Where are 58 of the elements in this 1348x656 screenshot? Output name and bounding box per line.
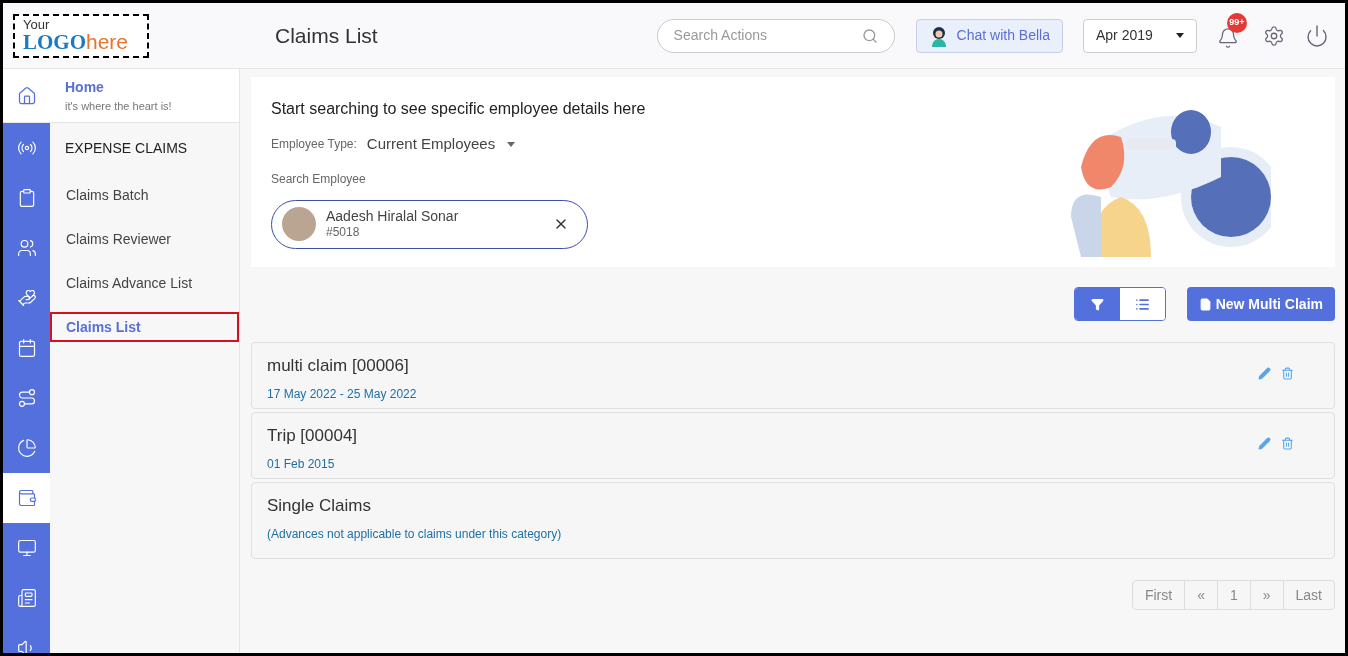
claim-subtitle: 17 May 2022 - 25 May 2022 xyxy=(267,385,418,403)
submenu-item[interactable]: Claims List xyxy=(50,312,239,342)
filter-button[interactable] xyxy=(1074,288,1120,320)
search-bar[interactable]: Search Actions xyxy=(656,18,895,53)
newspaper-icon xyxy=(16,588,37,608)
logo-wordmark: LOGOhere xyxy=(23,31,130,53)
hand-heart-icon xyxy=(16,288,37,308)
logo-text: Your xyxy=(23,18,51,31)
notification-badge: 99+ xyxy=(1227,12,1247,33)
search-input[interactable]: Search Actions xyxy=(673,25,862,46)
edit-icon[interactable] xyxy=(1258,367,1271,380)
submenu-item[interactable]: Claims Reviewer xyxy=(50,224,239,254)
list-icon xyxy=(1134,296,1150,312)
list-button[interactable] xyxy=(1119,288,1165,320)
home-subtitle: it's where the heart is! xyxy=(65,98,172,114)
delete-icon[interactable] xyxy=(1281,367,1294,380)
caret-icon xyxy=(1176,33,1184,38)
bell-icon[interactable] xyxy=(1217,26,1239,49)
home-link[interactable]: Home xyxy=(65,76,172,98)
new-multi-claim-button[interactable]: New Multi Claim xyxy=(1186,287,1335,321)
claim-subtitle: 01 Feb 2015 xyxy=(267,455,336,473)
employee-type-dropdown[interactable]: Current Employees xyxy=(366,133,516,156)
chat-button[interactable]: Chat with Bella xyxy=(915,18,1063,53)
employee-type-label: Employee Type: xyxy=(271,136,357,154)
route-icon xyxy=(16,388,37,408)
pagination-button[interactable]: » xyxy=(1249,581,1283,609)
power-icon[interactable] xyxy=(1305,23,1329,48)
claim-title: Trip [00004] xyxy=(267,425,359,447)
document-icon xyxy=(1198,297,1212,311)
users-icon xyxy=(16,238,37,258)
page-title: Claims List xyxy=(275,22,378,49)
period-dropdown[interactable]: Apr 2019 xyxy=(1083,18,1197,53)
search-heading: Start searching to see specific employee details here xyxy=(271,99,647,119)
delete-icon[interactable] xyxy=(1281,437,1294,450)
claim-title: multi claim [00006] xyxy=(267,355,410,377)
employee-name: Aadesh Hiralal Sonar xyxy=(326,207,460,226)
home-icon[interactable] xyxy=(16,85,37,106)
search-icon[interactable] xyxy=(861,27,878,44)
search-employee-label: Search Employee xyxy=(271,170,367,188)
monitor-icon xyxy=(16,538,37,558)
photo-placeholder xyxy=(282,207,316,241)
settings-icon[interactable] xyxy=(1263,24,1285,47)
claim-card[interactable]: Single Claims (Advances not applicable to claims under this category) xyxy=(251,482,1335,559)
calendar-icon xyxy=(16,338,37,358)
section-heading: EXPENSE CLAIMS xyxy=(64,138,189,158)
claim-subtitle: (Advances not applicable to claims under this category) xyxy=(267,525,563,543)
pagination-button[interactable]: « xyxy=(1184,581,1217,609)
claim-card[interactable]: Trip [00004] 01 Feb 2015 xyxy=(251,412,1335,479)
submenu-item[interactable]: Claims Advance List xyxy=(50,268,239,298)
pie-chart-icon xyxy=(16,438,37,458)
edit-icon[interactable] xyxy=(1258,437,1271,450)
claim-card[interactable]: multi claim [00006] 17 May 2022 - 25 May 2022 xyxy=(251,342,1335,409)
submenu-item[interactable]: Claims Batch xyxy=(50,180,239,210)
claim-title: Single Claims xyxy=(267,495,372,517)
caret-icon xyxy=(507,141,516,147)
wallet-icon xyxy=(16,488,37,508)
employee-id: #5018 xyxy=(326,225,361,241)
filter-icon xyxy=(1090,297,1104,311)
